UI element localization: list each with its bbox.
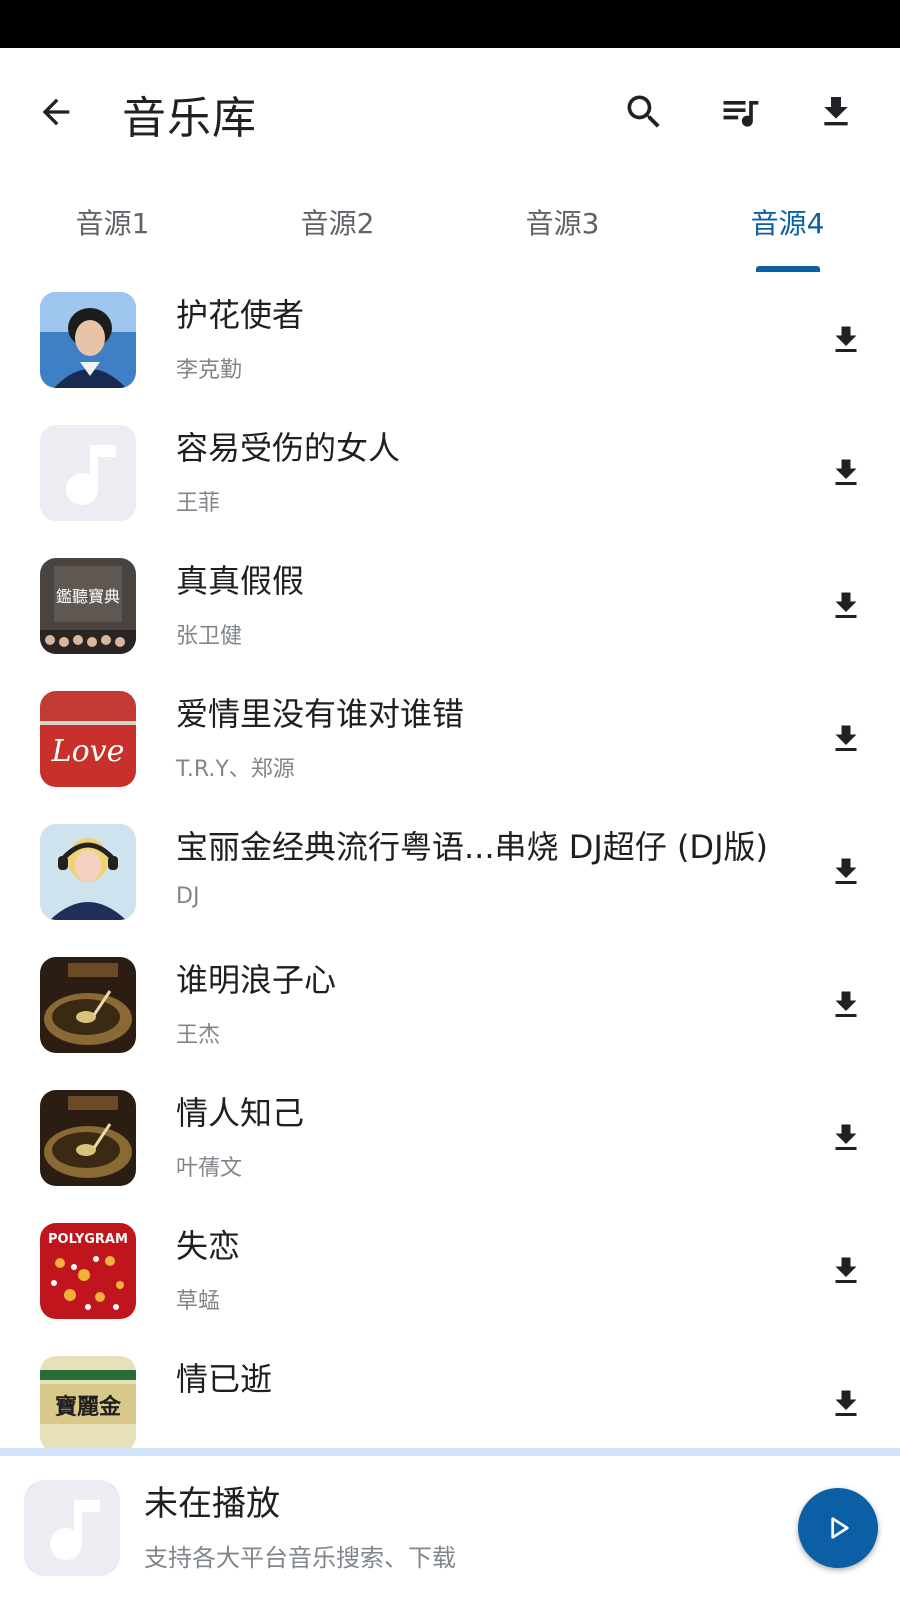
song-title: 容易受伤的女人 <box>176 429 401 467</box>
player-cover-placeholder <box>24 1480 120 1576</box>
song-download-button[interactable] <box>816 1108 876 1168</box>
album-cover <box>40 1090 136 1186</box>
play-button[interactable] <box>798 1488 878 1568</box>
player-title: 未在播放 <box>144 1484 280 1524</box>
song-title: 失恋 <box>176 1227 241 1265</box>
play-icon <box>831 1517 849 1539</box>
song-item[interactable]: 情人知己 叶蒨文 <box>0 1070 900 1206</box>
song-title: 爱情里没有谁对谁错 <box>176 695 465 733</box>
download-icon <box>835 1124 857 1150</box>
search-button[interactable] <box>612 80 676 144</box>
song-title: 护花使者 <box>176 296 305 334</box>
song-download-button[interactable] <box>816 310 876 370</box>
song-title: 情人知己 <box>176 1094 305 1132</box>
song-artist: 叶蒨文 <box>176 1156 243 1181</box>
song-download-button[interactable] <box>816 576 876 636</box>
album-cover-placeholder <box>40 425 136 521</box>
tab-label: 音源1 <box>75 207 150 240</box>
song-item[interactable]: 护花使者 李克勤 <box>0 272 900 408</box>
song-title: 谁明浪子心 <box>176 961 337 999</box>
song-item[interactable]: Love 爱情里没有谁对谁错 T.R.Y、郑源 <box>0 671 900 807</box>
tab-source-1[interactable]: 音源1 <box>0 176 225 272</box>
song-item[interactable]: POLYGRAM 失恋 草蜢 <box>0 1203 900 1339</box>
download-icon <box>835 1390 857 1416</box>
album-cover <box>40 824 136 920</box>
player-divider <box>0 1448 900 1456</box>
song-download-button[interactable] <box>816 1374 876 1434</box>
tab-label: 音源3 <box>525 207 600 240</box>
mini-player[interactable]: 未在播放 支持各大平台音乐搜索、下载 <box>0 1456 900 1600</box>
album-cover <box>40 957 136 1053</box>
page-title: 音乐库 <box>122 93 257 144</box>
back-button[interactable] <box>24 80 88 144</box>
album-cover <box>40 292 136 388</box>
tab-label: 音源2 <box>300 207 375 240</box>
search-icon <box>627 95 660 128</box>
song-download-button[interactable] <box>816 443 876 503</box>
song-title: 真真假假 <box>176 562 305 600</box>
cover-text: POLYGRAM <box>48 1232 128 1247</box>
music-note-icon <box>40 425 136 521</box>
tab-label: 音源4 <box>750 207 825 240</box>
song-artist: 王杰 <box>176 1023 221 1048</box>
download-icon <box>835 326 857 352</box>
song-title: 宝丽金经典流行粤语...串烧 DJ超仔 (DJ版) <box>176 828 768 866</box>
download-icon <box>835 991 857 1017</box>
song-artist: 草蜢 <box>176 1289 221 1314</box>
download-icon <box>835 858 857 884</box>
song-download-button[interactable] <box>816 842 876 902</box>
tab-source-3[interactable]: 音源3 <box>450 176 675 272</box>
download-icon <box>835 1257 857 1283</box>
song-download-button[interactable] <box>816 1241 876 1301</box>
player-subtitle: 支持各大平台音乐搜索、下载 <box>144 1544 456 1572</box>
song-artist: 李克勤 <box>176 358 243 383</box>
song-item[interactable]: 谁明浪子心 王杰 <box>0 937 900 1073</box>
album-cover: Love <box>40 691 136 787</box>
play-queue-button[interactable] <box>708 80 772 144</box>
song-item[interactable]: 宝丽金经典流行粤语...串烧 DJ超仔 (DJ版) DJ <box>0 804 900 940</box>
tab-source-4[interactable]: 音源4 <box>675 176 900 272</box>
song-artist: DJ <box>176 884 200 909</box>
song-item[interactable]: 容易受伤的女人 王菲 <box>0 405 900 541</box>
album-cover: 寶麗金 <box>40 1356 136 1448</box>
status-bar <box>0 0 900 48</box>
download-icon <box>835 592 857 618</box>
playlist-queue-icon <box>723 101 759 127</box>
cover-text: 寶麗金 <box>55 1394 122 1420</box>
song-title: 情已逝 <box>176 1360 273 1398</box>
song-artist: T.R.Y、郑源 <box>176 757 295 782</box>
download-manager-button[interactable] <box>804 80 868 144</box>
download-icon <box>824 97 848 126</box>
download-icon <box>835 725 857 751</box>
song-item[interactable]: 寶麗金 情已逝 <box>0 1336 900 1448</box>
tab-source-2[interactable]: 音源2 <box>225 176 450 272</box>
song-artist: 张卫健 <box>176 624 243 649</box>
album-cover: 鑑聽寶典 <box>40 558 136 654</box>
song-download-button[interactable] <box>816 975 876 1035</box>
back-arrow-icon <box>42 98 70 126</box>
song-item[interactable]: 鑑聽寶典 真真假假 张卫健 <box>0 538 900 674</box>
download-icon <box>835 459 857 485</box>
music-note-icon <box>24 1480 120 1576</box>
cover-text: 鑑聽寶典 <box>56 587 120 606</box>
song-download-button[interactable] <box>816 709 876 769</box>
app-bar: 音乐库 <box>0 48 900 176</box>
song-list[interactable]: 护花使者 李克勤 容易受伤的女人 王菲 鑑聽寶典 真真假假 张卫健 Love 爱… <box>0 272 900 1448</box>
source-tabs: 音源1 音源2 音源3 音源4 <box>0 176 900 272</box>
album-cover: POLYGRAM <box>40 1223 136 1319</box>
cover-text: Love <box>51 734 125 769</box>
song-artist: 王菲 <box>176 491 221 516</box>
